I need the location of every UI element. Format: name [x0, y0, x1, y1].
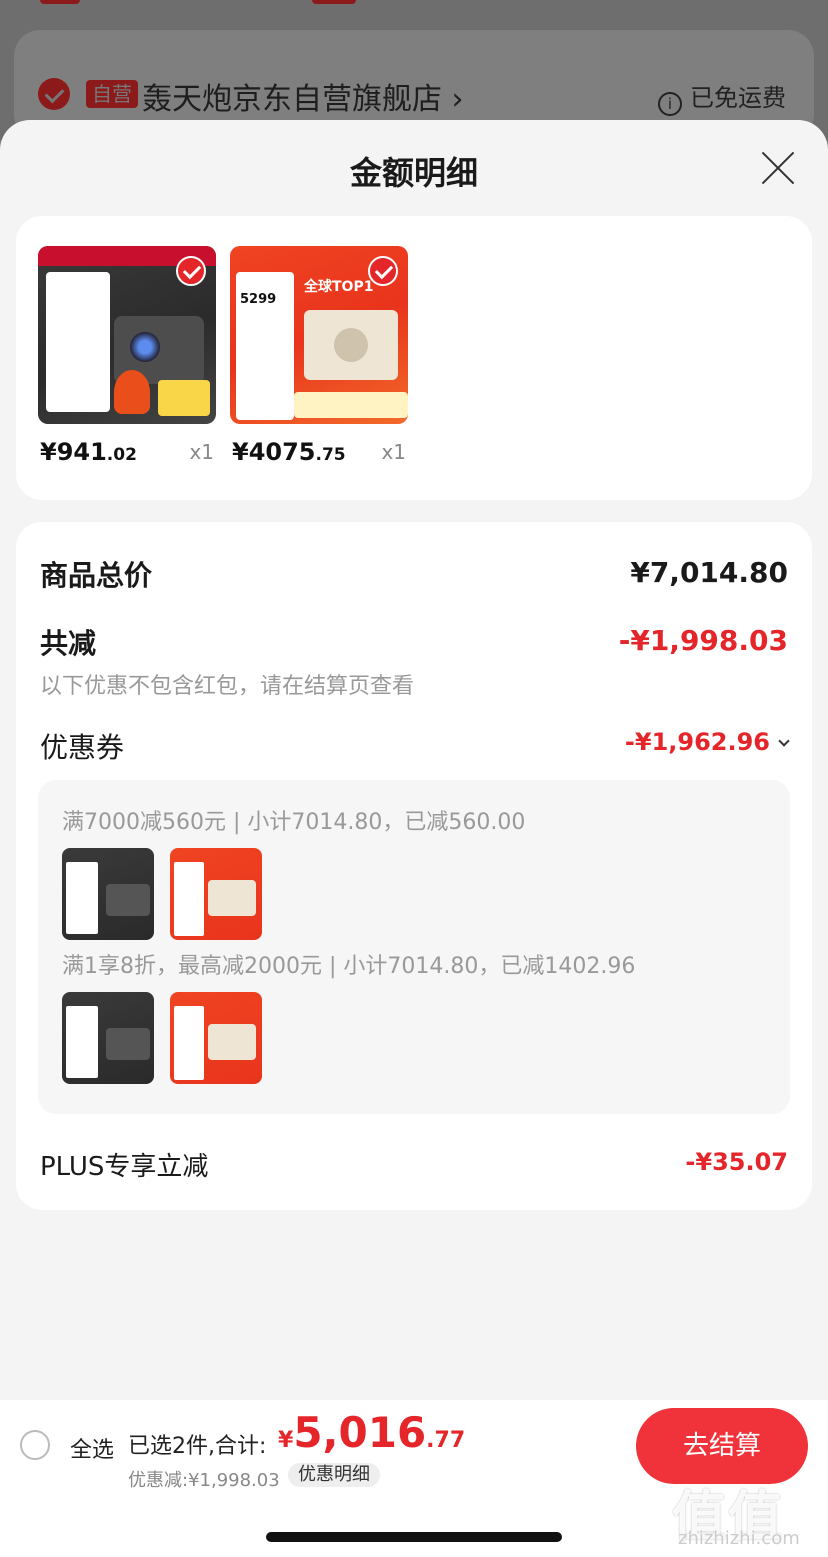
home-indicator[interactable]	[266, 1532, 562, 1542]
coupon-rule: 满7000减560元 | 小计7014.80，已减560.00	[62, 810, 526, 835]
product-price: ¥941.02	[40, 438, 137, 466]
image-price-tag: 5299	[240, 292, 277, 307]
image-panel	[46, 272, 110, 412]
total-price-label: 商品总价	[40, 559, 153, 592]
projector-shape	[304, 310, 398, 380]
total-reduce-label: 共减	[40, 627, 97, 660]
plus-discount-value: -¥35.07	[685, 1148, 788, 1176]
checkout-bar: 全选 已选2件,合计: ¥5,016.77 优惠减:¥1,998.03 优惠明细…	[0, 1400, 828, 1557]
total-int: 5,016	[293, 1408, 427, 1457]
selected-count-text: 已选2件,合计:	[128, 1434, 267, 1459]
discount-detail-button[interactable]: 优惠明细	[288, 1463, 380, 1487]
self-operated-tag: 自营	[86, 80, 138, 108]
coupon-value: -¥1,962.96	[624, 728, 770, 756]
product-price: ¥4075.75	[232, 438, 346, 466]
fire-badge	[114, 370, 150, 414]
price-dec: .02	[106, 445, 137, 465]
total-reduce-value: -¥1,998.03	[618, 624, 788, 657]
product-image[interactable]	[38, 246, 216, 424]
coupon-product-thumb	[62, 992, 154, 1084]
coupon-product-thumb	[170, 848, 262, 940]
price-int: ¥941	[40, 438, 107, 466]
product-image[interactable]: 全球TOP1 5299	[230, 246, 408, 424]
total-price-value: ¥7,014.80	[630, 556, 788, 589]
coupon-product-thumb	[170, 992, 262, 1084]
total-dec: .77	[426, 1428, 466, 1453]
amount-detail-sheet: 金额明细 ¥941.02 x1 全球TOP1 5299 ¥4075.75 x1 …	[0, 120, 828, 1557]
coupon-rule: 满1享8折，最高减2000元 | 小计7014.80，已减1402.96	[62, 954, 636, 979]
total-currency: ¥	[278, 1428, 294, 1453]
info-icon: i	[658, 92, 682, 116]
plus-discount-label: PLUS专享立减	[40, 1152, 209, 1182]
coupon-product-thumb	[62, 848, 154, 940]
background-page: 自营 轰天炮京东自营旗舰店 › i 已免运费	[0, 0, 828, 140]
background-tab-marker	[40, 0, 80, 4]
promo-tag	[158, 380, 210, 416]
price-int: ¥4075	[232, 438, 316, 466]
background-tab-marker	[312, 0, 356, 4]
total-amount: ¥5,016.77	[278, 1408, 465, 1457]
close-icon[interactable]	[760, 150, 796, 186]
price-dec: .75	[315, 445, 346, 465]
image-headline: 全球TOP1	[304, 279, 374, 295]
coupon-toggle[interactable]: -¥1,962.96	[624, 728, 790, 756]
coupon-label: 优惠券	[40, 731, 125, 764]
lens-shape	[130, 332, 160, 362]
summary-card: 商品总价 ¥7,014.80 共减 -¥1,998.03 以下优惠不包含红包，请…	[16, 522, 812, 1210]
reduce-note: 以下优惠不包含红包，请在结算页查看	[40, 674, 415, 699]
selected-check-icon[interactable]	[368, 256, 398, 286]
coupon-detail-box: 满7000减560元 | 小计7014.80，已减560.00 满1享8折，最高…	[38, 780, 790, 1114]
chevron-down-icon	[778, 735, 790, 747]
shipping-label: 已免运费	[690, 84, 786, 112]
product-item[interactable]: ¥941.02 x1	[38, 246, 216, 466]
product-qty: x1	[381, 440, 406, 464]
discount-summary: 优惠减:¥1,998.03	[128, 1470, 280, 1491]
selected-check-icon[interactable]	[176, 256, 206, 286]
shipping-status: i 已免运费	[658, 78, 786, 116]
promo-strip	[294, 392, 408, 418]
store-name: 轰天炮京东自营旗舰店 ›	[142, 82, 464, 117]
store-check-icon	[38, 78, 70, 110]
products-card: ¥941.02 x1 全球TOP1 5299 ¥4075.75 x1	[16, 216, 812, 500]
watermark-url: zhizhizhi.com	[678, 1528, 800, 1549]
product-item[interactable]: 全球TOP1 5299 ¥4075.75 x1	[230, 246, 408, 466]
select-all-radio[interactable]	[20, 1430, 50, 1460]
product-qty: x1	[189, 440, 214, 464]
sheet-title: 金额明细	[349, 154, 478, 192]
select-all-label[interactable]: 全选	[70, 1432, 114, 1464]
